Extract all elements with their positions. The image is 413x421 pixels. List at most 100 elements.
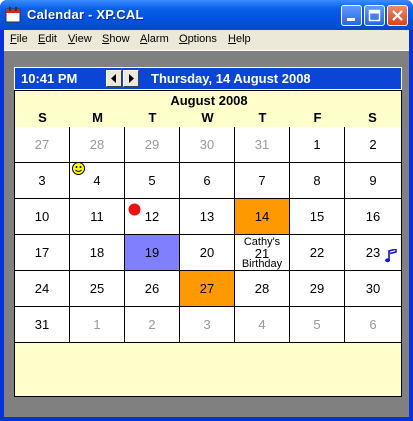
day-cell[interactable]: 16 bbox=[345, 199, 401, 235]
menu-accelerator: F bbox=[10, 33, 17, 45]
day-number: 27 bbox=[199, 281, 215, 296]
weekday-header: W bbox=[201, 110, 214, 125]
day-cell[interactable]: 28 bbox=[235, 271, 290, 307]
day-number: 29 bbox=[144, 137, 160, 152]
day-cell[interactable]: 7 bbox=[235, 163, 290, 199]
menu-item-edit[interactable]: Edit bbox=[38, 33, 57, 45]
menu-item-file[interactable]: File bbox=[10, 33, 28, 45]
day-cell[interactable]: 14 bbox=[235, 199, 290, 235]
day-cell[interactable]: 22 bbox=[290, 235, 345, 271]
day-number: 2 bbox=[148, 317, 156, 332]
menu-label: ptions bbox=[187, 33, 217, 45]
day-number: 25 bbox=[89, 281, 105, 296]
day-number: 26 bbox=[144, 281, 160, 296]
day-number: 18 bbox=[89, 245, 105, 260]
day-cell[interactable]: 9 bbox=[345, 163, 401, 199]
day-cell[interactable]: 30 bbox=[345, 271, 401, 307]
calendar-app-icon[interactable] bbox=[5, 7, 21, 23]
day-number: 30 bbox=[365, 281, 381, 296]
menu-label: iew bbox=[75, 33, 92, 45]
menu-item-help[interactable]: Help bbox=[228, 33, 251, 45]
day-cell[interactable]: 1 bbox=[70, 307, 125, 343]
day-cell[interactable]: 31 bbox=[15, 307, 70, 343]
current-date: Thursday, 14 August 2008 bbox=[151, 71, 311, 86]
maximize-button[interactable] bbox=[364, 5, 385, 26]
day-number: 9 bbox=[369, 173, 377, 188]
day-cell[interactable]: 18 bbox=[70, 235, 125, 271]
menu-item-view[interactable]: View bbox=[68, 33, 92, 45]
day-number: 1 bbox=[313, 137, 321, 152]
music-note-icon bbox=[385, 247, 397, 266]
red-dot-icon bbox=[128, 203, 141, 219]
day-cell[interactable]: 4 bbox=[235, 307, 290, 343]
day-cell[interactable]: 25 bbox=[70, 271, 125, 307]
day-cell[interactable]: 3 bbox=[180, 307, 235, 343]
day-cell[interactable]: 11 bbox=[70, 199, 125, 235]
title-bar[interactable]: Calendar - XP.CAL bbox=[0, 0, 413, 30]
day-cell[interactable]: 3 bbox=[15, 163, 70, 199]
day-number: 27 bbox=[34, 137, 50, 152]
calendar-window: Calendar - XP.CAL File Edit View Show Alarm O… bbox=[0, 0, 413, 421]
weekday-header: S bbox=[368, 110, 377, 125]
day-number: 28 bbox=[89, 137, 105, 152]
day-number: 6 bbox=[369, 317, 377, 332]
menu-item-alarm[interactable]: Alarm bbox=[140, 33, 169, 45]
minimize-button[interactable] bbox=[341, 5, 362, 26]
menu-item-show[interactable]: Show bbox=[102, 33, 130, 45]
event-note: Birthday bbox=[241, 258, 283, 270]
current-time: 10:41 PM bbox=[21, 71, 78, 86]
day-cell[interactable]: 30 bbox=[180, 127, 235, 163]
day-cell[interactable]: 26 bbox=[125, 271, 180, 307]
day-cell[interactable]: 2 bbox=[345, 127, 401, 163]
day-number: 22 bbox=[309, 245, 325, 260]
month-calendar: August 2008 SMTWTFS 27 28 29 30 31 1 2 3 4 5 6 7 8 9 1… bbox=[14, 90, 402, 397]
day-cell[interactable]: 4 bbox=[70, 162, 125, 199]
day-cell[interactable]: 23 bbox=[345, 235, 401, 271]
day-cell[interactable]: 17 bbox=[15, 235, 70, 271]
menu-item-options[interactable]: Options bbox=[179, 33, 217, 45]
day-cell[interactable]: 2 bbox=[125, 307, 180, 343]
previous-day-button[interactable] bbox=[106, 70, 122, 87]
day-number: 14 bbox=[254, 209, 270, 224]
weekday-header: F bbox=[313, 110, 322, 125]
day-number: 10 bbox=[34, 209, 50, 224]
menu-label: how bbox=[109, 33, 130, 45]
arrow-right-icon bbox=[129, 74, 134, 83]
day-cell[interactable]: 27 bbox=[180, 271, 235, 307]
day-cell[interactable]: 5 bbox=[125, 163, 180, 199]
day-number: 29 bbox=[309, 281, 325, 296]
day-cell[interactable]: 15 bbox=[290, 199, 345, 235]
day-cell[interactable]: 19 bbox=[125, 235, 180, 271]
day-cell[interactable]: 1 bbox=[290, 127, 345, 163]
day-number: 17 bbox=[34, 245, 50, 260]
next-day-button[interactable] bbox=[123, 70, 139, 87]
day-cell[interactable]: 27 bbox=[15, 127, 70, 163]
day-cell[interactable]: Cathy's 21 Birthday bbox=[235, 235, 290, 271]
close-button[interactable] bbox=[387, 5, 408, 26]
window-title: Calendar - XP.CAL bbox=[27, 7, 144, 22]
day-number: 30 bbox=[199, 137, 215, 152]
day-cell[interactable]: 12 bbox=[125, 199, 180, 235]
day-number: 4 bbox=[258, 317, 266, 332]
day-cell[interactable]: 6 bbox=[345, 307, 401, 343]
day-cell[interactable]: 8 bbox=[290, 163, 345, 199]
day-cell[interactable]: 6 bbox=[180, 163, 235, 199]
day-cell[interactable]: 5 bbox=[290, 307, 345, 343]
day-cell[interactable]: 20 bbox=[180, 235, 235, 271]
day-number: 31 bbox=[254, 137, 270, 152]
day-number: 15 bbox=[309, 209, 325, 224]
day-cell[interactable]: 29 bbox=[290, 271, 345, 307]
day-cell[interactable]: 28 bbox=[70, 127, 125, 163]
day-number: 16 bbox=[365, 209, 381, 224]
smiley-icon bbox=[72, 162, 85, 178]
minimize-icon bbox=[347, 18, 355, 21]
day-cell[interactable]: 31 bbox=[235, 127, 290, 163]
month-title: August 2008 bbox=[170, 93, 248, 108]
day-cell[interactable]: 10 bbox=[15, 199, 70, 235]
day-cell[interactable]: 13 bbox=[180, 199, 235, 235]
day-cell[interactable]: 24 bbox=[15, 271, 70, 307]
menu-accelerator: O bbox=[179, 33, 188, 45]
arrow-left-icon bbox=[111, 74, 116, 83]
day-cell[interactable]: 29 bbox=[125, 127, 180, 163]
day-number: 31 bbox=[34, 317, 50, 332]
